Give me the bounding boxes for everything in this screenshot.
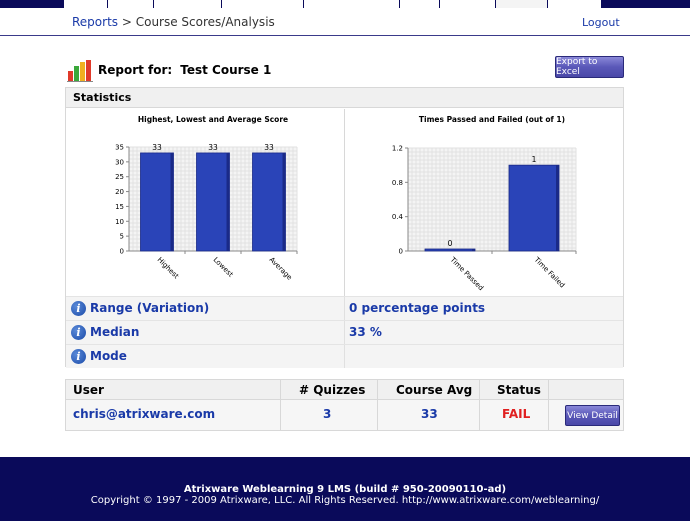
chart-bar [424,248,476,252]
info-icon[interactable]: i [71,349,86,364]
page: Reports > Course Scores/Analysis Logout … [0,0,690,521]
column-header-status: Status [497,383,541,397]
y-tick-label: 0 [120,248,124,256]
table-header-row: User # Quizzes Course Avg Status [66,380,623,400]
y-tick-label: 1.2 [392,145,403,153]
chart-bar [252,152,286,252]
nav-tab-selected[interactable] [496,0,548,8]
user-results-table: User # Quizzes Course Avg Status chris@a… [65,379,624,431]
y-tick-label: 0.8 [392,179,403,187]
breadcrumb-bar: Reports > Course Scores/Analysis Logout [0,8,690,36]
y-tick-label: 15 [115,203,124,211]
info-icon[interactable]: i [71,325,86,340]
data-label: 0 [448,239,453,248]
statistics-panel: Statistics Highest, Lowest and Average S… [65,87,624,368]
pass-fail-chart: Times Passed and Failed (out of 1) 0 0.4 0.… [392,115,577,292]
chart-bar [140,152,174,252]
nav-tab[interactable] [548,0,602,8]
nav-tab[interactable] [400,0,440,8]
nav-tab[interactable] [440,0,496,8]
column-header-user: User [73,383,104,397]
stat-row-range: i Range (Variation) 0 percentage points [66,296,623,320]
breadcrumb-separator: > [118,15,136,29]
x-tick-label: Time Passed [448,255,485,292]
y-tick-label: 0 [399,248,403,256]
chart-bar [508,164,560,252]
stat-value: 33 % [349,325,382,339]
stat-row-mode: i Mode [66,344,623,368]
table-row: chris@atrixware.com 3 33 FAIL View Detai… [66,400,623,430]
footer-copyright: Copyright © 1997 - 2009 Atrixware, LLC. … [90,495,600,506]
chart-title: Times Passed and Failed (out of 1) [419,115,565,124]
chart-bar [196,152,230,252]
nav-tab[interactable] [222,0,304,8]
statistics-header: Statistics [66,88,623,108]
cell-divider [344,321,345,344]
x-tick-label: Lowest [212,256,235,279]
y-tick-label: 25 [115,173,124,181]
score-chart: Highest, Lowest and Average Score 0 5 10 15 2… [115,115,298,282]
status-fail: FAIL [502,407,531,421]
cell-divider [344,345,345,368]
info-icon[interactable]: i [71,301,86,316]
data-label: 33 [208,143,218,152]
report-course-name: Test Course 1 [180,63,272,77]
column-header-quizzes: # Quizzes [299,383,366,397]
top-navigation [0,0,690,8]
x-tick-label: Highest [156,256,181,281]
data-label: 1 [532,155,537,164]
data-label: 33 [264,143,274,152]
breadcrumb: Reports > Course Scores/Analysis [72,15,275,29]
chart-title: Highest, Lowest and Average Score [138,115,288,124]
quiz-count: 3 [323,407,332,421]
nav-tab[interactable] [154,0,222,8]
chart-bar-shade [170,152,174,251]
y-tick-label: 35 [115,144,124,152]
y-tick-label: 10 [115,218,124,226]
stat-row-median: i Median 33 % [66,320,623,344]
chart-bar-shade [226,152,230,251]
stat-label: Median [90,325,140,339]
nav-tab[interactable] [108,0,154,8]
logout-link[interactable]: Logout [582,16,620,29]
stat-value: 0 percentage points [349,301,486,315]
bar-chart-icon [67,60,93,82]
y-tick-label: 0.4 [392,213,404,221]
cell-divider [344,297,345,320]
breadcrumb-current: Course Scores/Analysis [135,15,275,29]
breadcrumb-link-reports[interactable]: Reports [72,15,118,29]
y-tick-label: 20 [115,188,124,196]
statistics-title: Statistics [73,91,132,104]
report-prefix: Report for: [98,63,173,77]
user-email[interactable]: chris@atrixware.com [73,407,215,421]
stat-label: Mode [90,349,127,363]
footer: Atrixware Weblearning 9 LMS (build # 950… [0,457,690,521]
view-detail-button[interactable]: View Detail [565,405,620,426]
y-tick-label: 5 [120,233,124,241]
stat-label: Range (Variation) [90,301,210,315]
x-tick-label: Time Failed [532,255,566,289]
main-content: Reports > Course Scores/Analysis Logout … [0,8,690,457]
data-label: 33 [152,143,162,152]
nav-tab[interactable] [304,0,400,8]
y-tick-label: 30 [115,158,124,166]
chart-bar-shade [556,165,559,251]
chart-bar-shade [472,249,475,251]
x-tick-label: Average [268,256,294,282]
page-title: Report for: Test Course 1 [98,63,279,77]
footer-build-info: Atrixware Weblearning 9 LMS (build # 950… [183,484,507,495]
column-header-course-avg: Course Avg [396,383,473,397]
course-average: 33 [421,407,438,421]
chart-bar-shade [282,152,286,251]
export-to-excel-button[interactable]: Export to Excel [555,56,624,78]
nav-tab[interactable] [64,0,108,8]
